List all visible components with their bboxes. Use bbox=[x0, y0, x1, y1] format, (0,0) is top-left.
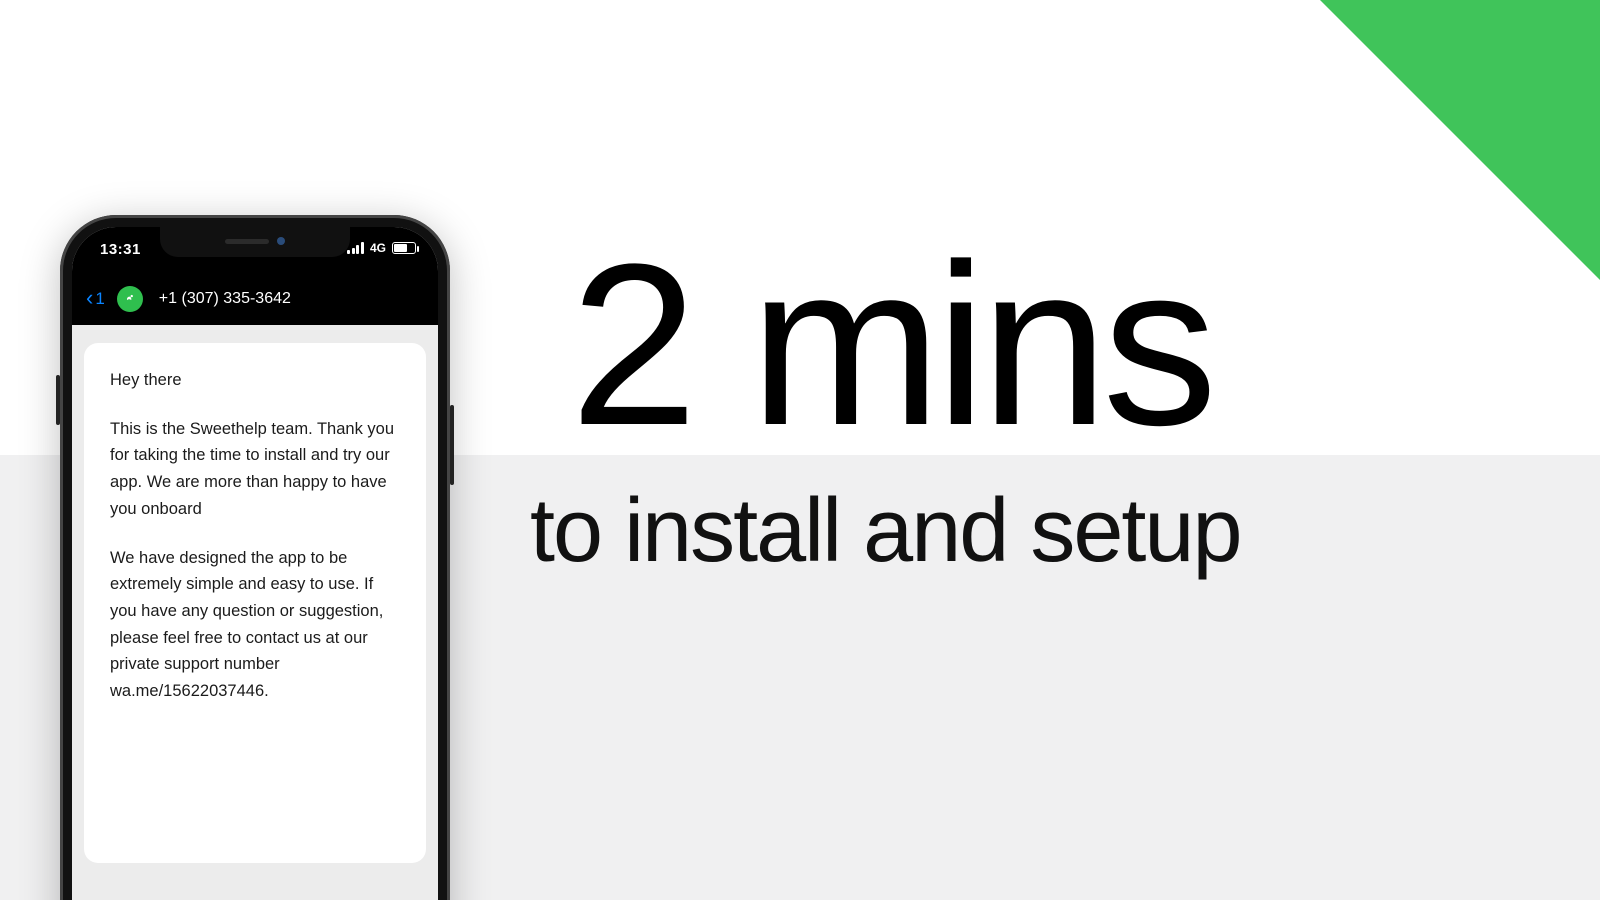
battery-icon bbox=[392, 242, 416, 254]
back-button[interactable]: ‹ 1 bbox=[86, 289, 105, 309]
headline: 2 mins bbox=[570, 230, 1211, 460]
message-paragraph-3: We have designed the app to be extremely… bbox=[110, 545, 400, 705]
avatar-glyph-icon bbox=[123, 292, 137, 306]
chevron-left-icon: ‹ bbox=[86, 287, 93, 309]
accent-corner-triangle bbox=[1320, 0, 1600, 280]
contact-phone-number[interactable]: +1 (307) 335-3642 bbox=[159, 290, 291, 308]
message-thread[interactable]: Hey there This is the Sweethelp team. Th… bbox=[72, 325, 438, 900]
phone-notch bbox=[160, 227, 350, 257]
back-unread-count: 1 bbox=[95, 289, 104, 309]
headline-text: 2 mins bbox=[570, 216, 1211, 473]
message-paragraph-2: This is the Sweethelp team. Thank you fo… bbox=[110, 416, 400, 523]
subline-text: to install and setup bbox=[530, 480, 1241, 583]
contact-avatar[interactable] bbox=[117, 286, 143, 312]
chat-header: ‹ 1 +1 (307) 335-3642 bbox=[72, 273, 438, 325]
network-type-label: 4G bbox=[370, 241, 386, 255]
status-time: 13:31 bbox=[100, 241, 141, 258]
phone-device-frame: 13:31 4G ‹ 1 bbox=[60, 215, 450, 900]
phone-screen: 13:31 4G ‹ 1 bbox=[72, 227, 438, 900]
signal-bars-icon bbox=[347, 242, 364, 254]
message-paragraph-1: Hey there bbox=[110, 367, 400, 394]
promo-stage: 2 mins to install and setup 13:31 4G bbox=[0, 0, 1600, 900]
status-right-cluster: 4G bbox=[347, 241, 416, 255]
incoming-message-bubble: Hey there This is the Sweethelp team. Th… bbox=[84, 343, 426, 863]
